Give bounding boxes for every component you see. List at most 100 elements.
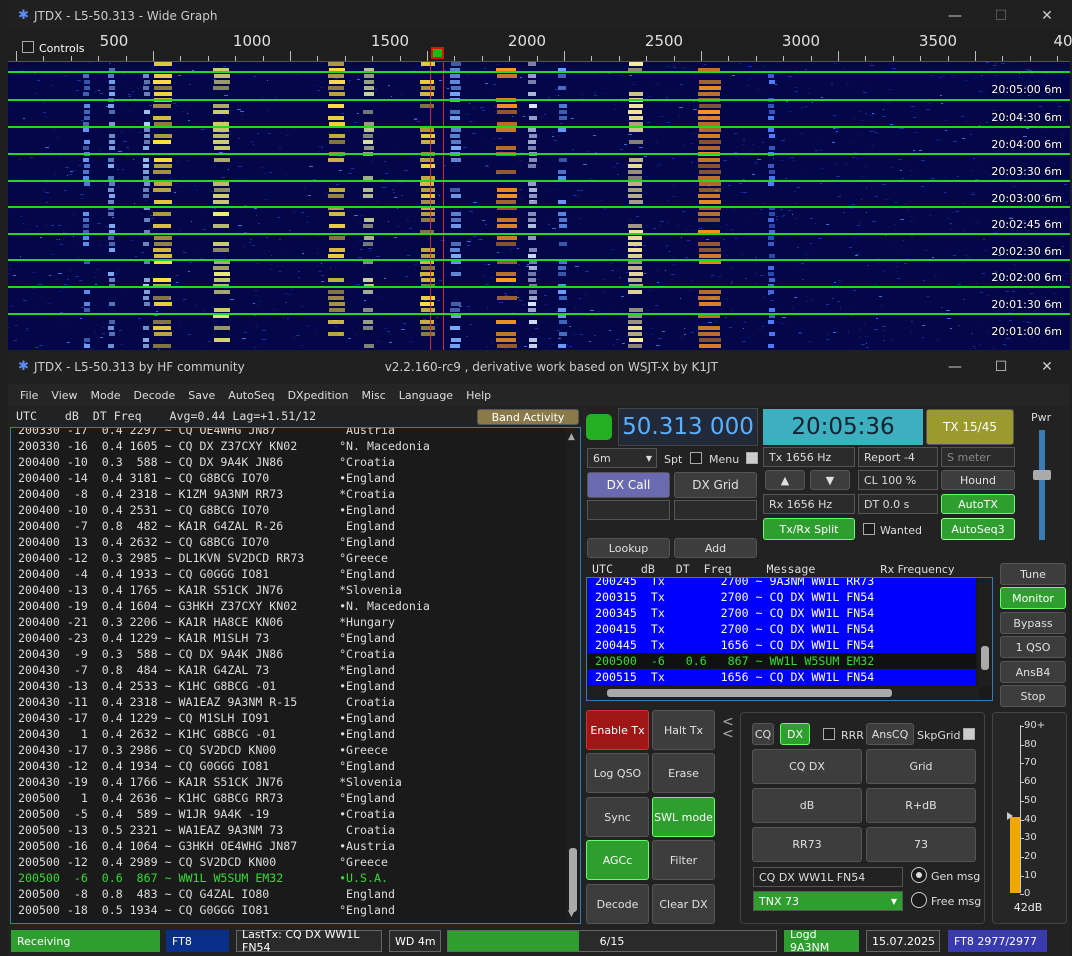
halt-tx-button[interactable]: Halt Tx (652, 710, 715, 750)
grid-button[interactable]: Grid (866, 749, 976, 784)
rx-scrollbar-thumb[interactable] (981, 646, 989, 670)
cl-spin[interactable]: CL 100 % (858, 470, 938, 490)
main-maximize-icon[interactable]: ☐ (978, 352, 1024, 380)
add-button[interactable]: Add (674, 538, 757, 558)
rx-frequency-row[interactable]: 200415 Tx 2700 ~ CQ DX WW1L FN54 (588, 621, 976, 637)
tx-frequency-marker[interactable] (431, 47, 444, 59)
band-activity-line[interactable]: 200430 -19 0.4 1766 ~ KA1R S51CK JN76 *S… (18, 774, 430, 790)
power-slider-track[interactable] (1039, 430, 1045, 540)
anscq-button[interactable]: AnsCQ (866, 723, 914, 745)
monitor-button[interactable]: Monitor (1000, 587, 1066, 609)
filter-button[interactable]: Filter (652, 840, 715, 880)
s-meter-field[interactable]: S meter (941, 447, 1015, 467)
main-minimize-icon[interactable]: — (932, 352, 978, 380)
one-qso-button[interactable]: 1 QSO (1000, 636, 1066, 658)
autoseq3-button[interactable]: AutoSeq3 (941, 518, 1015, 540)
tab-switch-arrows-icon[interactable]: < < (722, 715, 734, 741)
menu-misc[interactable]: Misc (361, 389, 385, 402)
band-activity-line[interactable]: 200500 -16 0.4 1064 ~ G3HKH OE4WHG JN87 … (18, 838, 430, 854)
band-activity-line[interactable]: 200500 -12 0.4 2989 ~ CQ SV2DCD KN00 °Gr… (18, 854, 430, 870)
rx-horizontal-scrollbar[interactable] (587, 686, 979, 700)
frequency-ruler[interactable]: Controls 500 1000 1500 2000 2500 3000 3500 40 (8, 30, 1072, 62)
cq-button[interactable]: CQ (752, 723, 774, 745)
rx-frequency-row[interactable]: 200345 Tx 2700 ~ CQ DX WW1L FN54 (588, 605, 976, 621)
controls-checkbox[interactable] (22, 41, 34, 53)
menu-dxpedition[interactable]: DXpedition (288, 389, 349, 402)
erase-button[interactable]: Erase (652, 753, 715, 793)
73-button[interactable]: 73 (866, 827, 976, 862)
band-activity-line[interactable]: 200330 -17 0.4 2297 ~ CQ OE4WHG JN87 Aus… (18, 428, 430, 438)
band-activity-line[interactable]: 200400 -23 0.4 1229 ~ KA1R M1SLH 73 °Eng… (18, 630, 430, 646)
free-msg-radio[interactable] (911, 892, 927, 908)
skpgrid-checkbox[interactable] (963, 728, 975, 740)
menu-autoseq[interactable]: AutoSeq (228, 389, 274, 402)
rx-frequency-row[interactable]: 200315 Tx 2700 ~ CQ DX WW1L FN54 (588, 589, 976, 605)
rx-frequency-row[interactable]: 200245 Tx 2700 ~ 9A3NM WW1L RR73 (588, 578, 976, 589)
rig-status-indicator[interactable] (586, 414, 612, 440)
dx-call-input[interactable] (587, 500, 670, 520)
band-activity-line[interactable]: 200500 1 0.4 2636 ~ K1HC G8BCG RR73 °Eng… (18, 790, 430, 806)
clear-dx-button[interactable]: Clear DX (652, 884, 715, 924)
main-close-icon[interactable]: ✕ (1024, 352, 1070, 380)
waterfall-display[interactable]: 20:05:00 6m 20:04:30 6m 20:04:00 6m 20:03:3… (8, 62, 1070, 350)
stop-button[interactable]: Stop (1000, 685, 1066, 707)
menu-mode[interactable]: Mode (91, 389, 121, 402)
close-icon[interactable]: ✕ (1024, 2, 1070, 30)
gen-msg-radio[interactable] (911, 867, 927, 883)
band-activity-line[interactable]: 200430 -13 0.4 2533 ~ K1HC G8BCG -01 •En… (18, 678, 430, 694)
menu-checkbox[interactable] (746, 452, 758, 464)
band-activity-line[interactable]: 200500 -8 0.8 483 ~ CQ G4ZAL IO80 Englan… (18, 886, 430, 902)
lookup-button[interactable]: Lookup (587, 538, 670, 558)
cq-dx-button[interactable]: CQ DX (752, 749, 862, 784)
band-activity-line[interactable]: 200500 -6 0.6 867 ~ WW1L W5SUM EM32 •U.S… (18, 870, 430, 886)
band-activity-line[interactable]: 200430 -12 0.4 1934 ~ CQ G0GGG IO81 °Eng… (18, 758, 430, 774)
decode-button[interactable]: Decode (586, 884, 649, 924)
dx-grid-button[interactable]: DX Grid (674, 472, 757, 498)
autotx-button[interactable]: AutoTX (941, 494, 1015, 514)
menu-language[interactable]: Language (399, 389, 453, 402)
band-activity-line[interactable]: 200500 -13 0.5 2321 ~ WA1EAZ 9A3NM 73 Cr… (18, 822, 430, 838)
menu-help[interactable]: Help (466, 389, 491, 402)
band-activity-line[interactable]: 200400 -10 0.4 2531 ~ CQ G8BCG IO70 •Eng… (18, 502, 430, 518)
band-activity-line[interactable]: 200430 -7 0.8 484 ~ KA1R G4ZAL 73 *Engla… (18, 662, 430, 678)
band-activity-line[interactable]: 200430 -11 0.4 2318 ~ WA1EAZ 9A3NM R-15 … (18, 694, 430, 710)
menu-file[interactable]: File (20, 389, 38, 402)
band-activity-line[interactable]: 200400 -21 0.3 2206 ~ KA1R HA8CE KN06 *H… (18, 614, 430, 630)
band-activity-line[interactable]: 200400 -13 0.4 1765 ~ KA1R S51CK JN76 *S… (18, 582, 430, 598)
swl-mode-button[interactable]: SWL mode (652, 797, 715, 837)
bypass-button[interactable]: Bypass (1000, 612, 1066, 634)
band-activity-scrollbar[interactable]: ▲ ▼ (566, 428, 580, 923)
band-activity-line[interactable]: 200400 -12 0.3 2985 ~ DL1KVN SV2DCD RR73… (18, 550, 430, 566)
dx-call-button[interactable]: DX Call (587, 472, 670, 498)
band-activity-line[interactable]: 200500 -18 0.5 1934 ~ CQ G0GGG IO81 °Eng… (18, 902, 430, 918)
r-db-button[interactable]: R+dB (866, 788, 976, 823)
band-activity-line[interactable]: 200430 -9 0.3 588 ~ CQ DX 9A4K JN86 °Cro… (18, 646, 430, 662)
band-activity-line[interactable]: 200330 -16 0.4 1605 ~ CQ DX Z37CXY KN02 … (18, 438, 430, 454)
log-qso-button[interactable]: Log QSO (586, 753, 649, 793)
rx-vertical-scrollbar[interactable] (978, 578, 992, 686)
band-activity-button[interactable]: Band Activity (477, 409, 579, 425)
txrx-split-button[interactable]: Tx/Rx Split (763, 518, 855, 540)
agcc-button[interactable]: AGCc (586, 840, 649, 880)
db-button[interactable]: dB (752, 788, 862, 823)
band-activity-line[interactable]: 200400 13 0.4 2632 ~ CQ G8BCG IO70 °Engl… (18, 534, 430, 550)
band-select[interactable]: 6m ▼ (587, 448, 657, 468)
minimize-icon[interactable]: — (932, 2, 978, 30)
menu-decode[interactable]: Decode (134, 389, 176, 402)
menu-view[interactable]: View (51, 389, 77, 402)
band-activity-line[interactable]: 200400 -4 0.4 1933 ~ CQ G0GGG IO81 °Engl… (18, 566, 430, 582)
rx-frequency-row[interactable]: 200445 Tx 1656 ~ CQ DX WW1L FN54 (588, 637, 976, 653)
tune-button[interactable]: Tune (1000, 563, 1066, 585)
band-activity-line[interactable]: 200400 -7 0.8 482 ~ KA1R G4ZAL R-26 Engl… (18, 518, 430, 534)
rx-hscroll-thumb[interactable] (607, 689, 892, 697)
dx-grid-input[interactable] (674, 500, 757, 520)
tx-period-button[interactable]: TX 15/45 (926, 409, 1014, 445)
spt-checkbox[interactable] (690, 452, 702, 464)
band-activity-line[interactable]: 200430 -17 0.4 1229 ~ CQ M1SLH IO91 •Eng… (18, 710, 430, 726)
free-message-select[interactable]: TNX 73 ▼ (753, 891, 903, 911)
scroll-up-icon[interactable]: ▲ (568, 432, 575, 442)
dt-spin[interactable]: DT 0.0 s (858, 494, 938, 514)
ansb4-button[interactable]: AnsB4 (1000, 661, 1066, 683)
dial-frequency-display[interactable]: 50.313 000 (618, 408, 758, 446)
rx-frequency-row[interactable]: 200500 -6 0.6 867 ~ WW1L W5SUM EM32 (588, 653, 976, 669)
